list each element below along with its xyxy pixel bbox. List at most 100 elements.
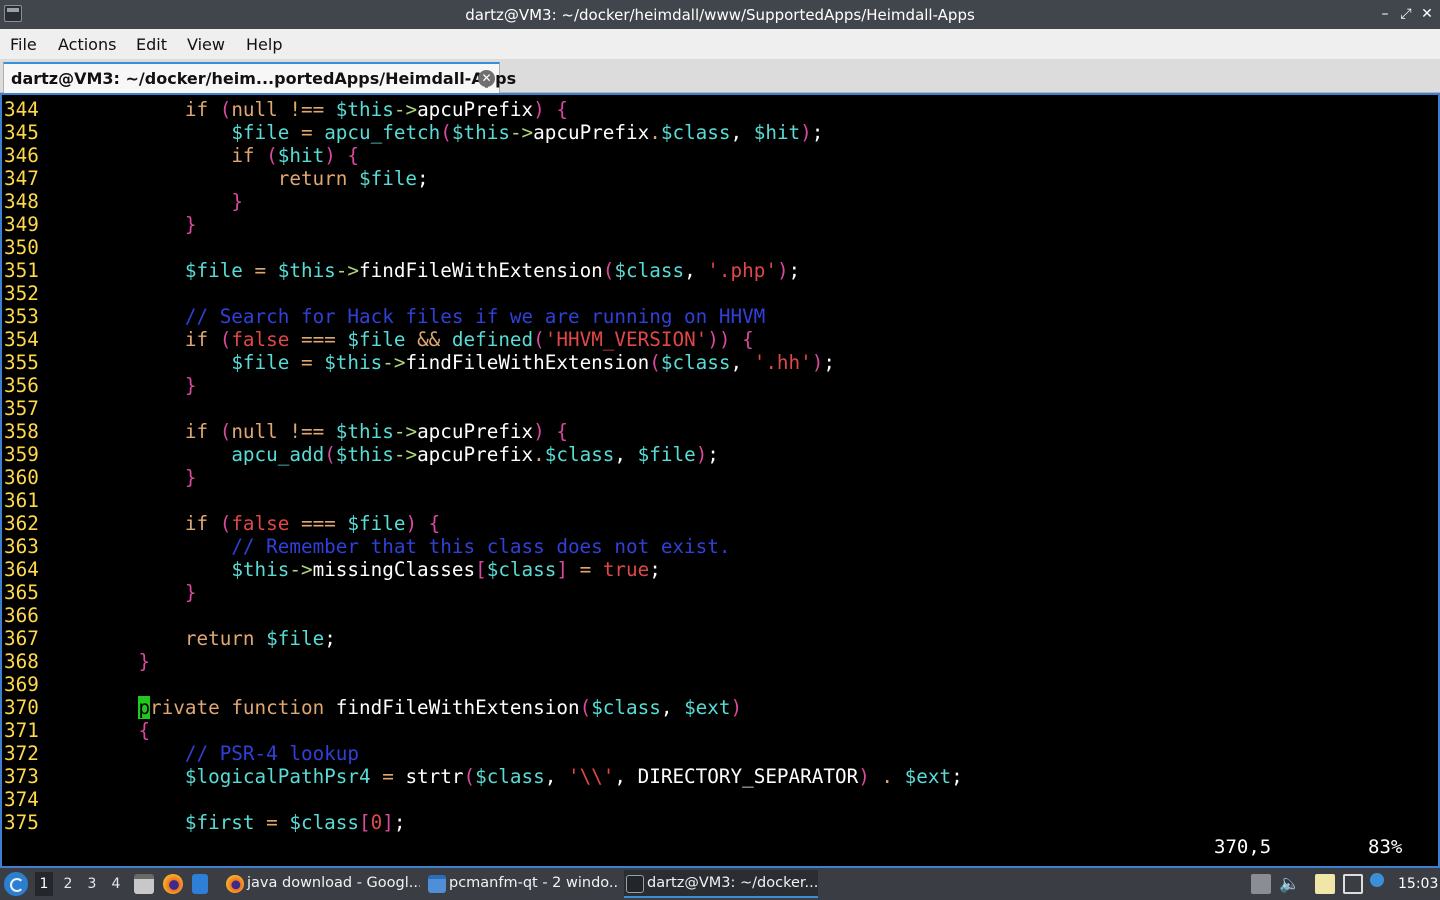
code-token: } <box>138 650 151 673</box>
menu-edit[interactable]: Edit <box>136 35 167 54</box>
code-token: $class <box>289 811 360 834</box>
code-token: apcuPrefix <box>417 420 534 443</box>
line-number: 353 <box>4 305 39 328</box>
code-token: ) <box>858 765 870 788</box>
desktop-3-button[interactable]: 3 <box>83 876 101 892</box>
code-token: ; <box>788 259 801 282</box>
code-line: 357 <box>4 397 92 420</box>
code-token: [ <box>359 811 371 834</box>
code-token: = <box>242 259 278 282</box>
window-titlebar[interactable]: dartz@VM3: ~/docker/heimdall/www/Support… <box>0 0 1440 29</box>
code-token: , DIRECTORY_SEPARATOR <box>614 765 859 788</box>
clipboard-tray-icon[interactable] <box>1251 874 1271 894</box>
code-token: apcuPrefix <box>533 121 650 144</box>
code-token: $class <box>591 696 661 719</box>
menu-help[interactable]: Help <box>246 35 282 54</box>
desktop-1-button[interactable]: 1 <box>35 872 53 896</box>
code-token: $class <box>660 351 731 374</box>
code-token: = <box>289 351 325 374</box>
start-menu-icon[interactable] <box>4 872 28 896</box>
code-token: $class <box>614 259 685 282</box>
file-manager-launcher-icon[interactable] <box>134 874 154 894</box>
line-number: 369 <box>4 673 39 696</box>
code-token: apcuPrefix <box>417 98 534 121</box>
code-line: 349 } <box>4 213 196 236</box>
tab-close-icon[interactable]: ✕ <box>478 70 495 87</box>
task-firefox[interactable]: java download - Googl... <box>224 870 420 898</box>
close-button[interactable]: ✕ <box>1419 5 1435 23</box>
clock[interactable]: 15:03 <box>1398 876 1438 892</box>
notes-tray-icon[interactable] <box>1315 874 1335 894</box>
code-token: return <box>184 627 267 650</box>
desktop-4-button[interactable]: 4 <box>107 876 125 892</box>
menu-actions[interactable]: Actions <box>58 35 116 54</box>
task-file-manager[interactable]: pcmanfm-qt - 2 windo... <box>426 870 618 898</box>
code-token: , <box>684 259 708 282</box>
code-token: $file <box>231 121 290 144</box>
code-token: ; <box>393 811 406 834</box>
menu-view[interactable]: View <box>187 35 225 54</box>
code-token: $this <box>335 443 394 466</box>
code-line: 375 $first = $class[0]; <box>4 811 405 834</box>
scroll-percent: 83% <box>1368 836 1403 858</box>
firefox-launcher-icon[interactable] <box>163 874 183 894</box>
code-token: ( <box>579 696 592 719</box>
code-token: $this <box>231 558 290 581</box>
terminal-view[interactable]: 344 if (null !== $this->apcuPrefix) {345… <box>0 93 1440 868</box>
desktop-2-button[interactable]: 2 <box>59 876 77 892</box>
terminal-tab[interactable]: dartz@VM3: ~/docker/heim...portedApps/He… <box>3 62 516 93</box>
code-token: , <box>614 443 638 466</box>
code-token: missingClasses <box>312 558 476 581</box>
code-token: = <box>289 121 325 144</box>
desktop-launcher-icon[interactable] <box>192 874 208 894</box>
code-token: = <box>254 811 290 834</box>
maximize-button[interactable]: ⤢ <box>1398 5 1414 23</box>
code-token: $file <box>266 627 325 650</box>
task-terminal[interactable]: dartz@VM3: ~/docker... <box>624 870 818 898</box>
line-number: 365 <box>4 581 39 604</box>
code-token: return <box>277 167 359 190</box>
code-token: $class <box>544 443 615 466</box>
code-line: 351 $file = $this->findFileWithExtension… <box>4 259 800 282</box>
code-token: $hit <box>753 121 801 144</box>
menu-file[interactable]: File <box>10 35 37 54</box>
update-tray-icon[interactable] <box>1370 873 1384 887</box>
volume-icon[interactable]: 🔈 <box>1279 874 1300 894</box>
line-number: 364 <box>4 558 39 581</box>
code-line: 355 $file = $this->findFileWithExtension… <box>4 351 835 374</box>
line-number: 345 <box>4 121 39 144</box>
code-token: apcu_fetch <box>324 121 441 144</box>
code-token: } <box>184 581 197 604</box>
code-token: $class <box>660 121 731 144</box>
code-token: findFileWithExtension <box>335 696 580 719</box>
code-token: $this <box>324 351 383 374</box>
code-token: if <box>184 328 220 351</box>
code-token: if <box>184 512 220 535</box>
line-number: 357 <box>4 397 39 420</box>
code-token: ) <box>776 259 789 282</box>
code-line: 371 { <box>4 719 150 742</box>
code-token: { <box>138 719 151 742</box>
minimize-button[interactable]: – <box>1377 5 1393 23</box>
code-line: 374 <box>4 788 92 811</box>
line-number: 358 <box>4 420 39 443</box>
folder-icon <box>428 875 446 893</box>
code-token: !== <box>289 98 336 121</box>
code-token: ( <box>649 351 661 374</box>
network-tray-icon[interactable] <box>1343 874 1363 894</box>
code-token: !== <box>289 420 336 443</box>
code-token: } <box>184 466 197 489</box>
line-number: 373 <box>4 765 39 788</box>
line-number: 348 <box>4 190 39 213</box>
code-token: ) <box>800 121 812 144</box>
